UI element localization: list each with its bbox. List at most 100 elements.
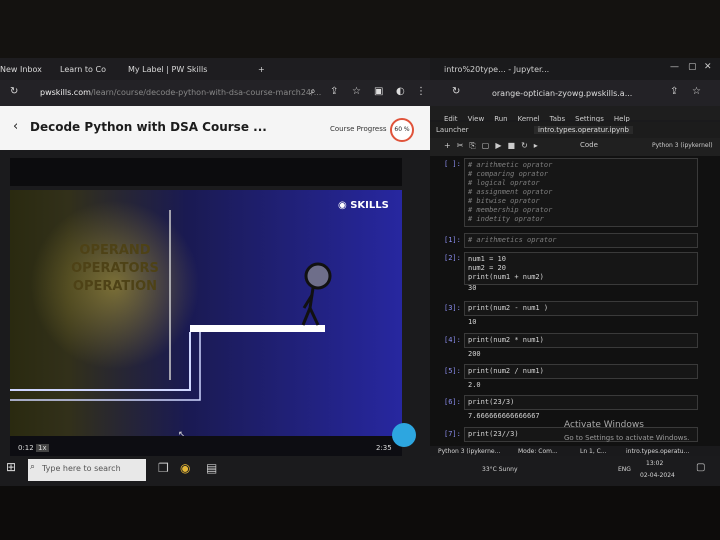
speed-badge[interactable]: 1x <box>36 444 49 452</box>
tab-new-inbox[interactable]: New Inbox <box>0 61 60 78</box>
app-icon[interactable]: ▤ <box>206 461 217 475</box>
screen-bezel-bottom <box>0 486 720 540</box>
status-item: intro.types.operatu... <box>626 448 690 455</box>
kernel-name[interactable]: Python 3 (ipykernel) <box>652 142 713 149</box>
tab-label: My Label | PW Skills <box>128 65 208 74</box>
tab-label: New Inbox <box>0 65 42 74</box>
video-time-current: 0:12 <box>18 444 34 452</box>
code-cell[interactable]: print(num2 - num1 ) <box>464 301 698 316</box>
tab-pw-skills[interactable]: My Label | PW Skills <box>128 61 248 78</box>
menu-icon[interactable]: ⋮ <box>416 86 426 97</box>
code-cell[interactable]: # arithmetic oprator # comparing oprator… <box>464 158 698 227</box>
windows-start-icon[interactable]: ⊞ <box>6 460 16 474</box>
code-line: print(23/3) <box>468 398 515 406</box>
course-progress-label: Course Progress <box>330 125 387 133</box>
code-line: # indetity oprator <box>468 215 544 223</box>
pw-skills-logo: ◉ SKILLS <box>338 200 389 211</box>
task-view-icon[interactable]: ❐ <box>158 461 169 475</box>
code-line: # logical oprator <box>468 179 540 187</box>
right-browser-window: intro%20type... - Jupyter... — ▢ ✕ ↻ ora… <box>430 58 720 456</box>
search-placeholder: Type here to search <box>42 464 121 473</box>
tab-launcher[interactable]: Launcher <box>436 126 469 134</box>
maximize-icon[interactable]: ▢ <box>688 62 697 72</box>
code-line: print(num2 / num1) <box>468 367 544 375</box>
code-line: print(num2 - num1 ) <box>468 304 549 312</box>
cell-output: 30 <box>468 284 477 292</box>
right-url-text: orange-optician-zyowg.pwskills.a... <box>492 89 633 98</box>
code-line: num2 = 20 <box>468 264 506 272</box>
screen-bezel-top <box>0 0 720 58</box>
code-line: # membership oprator <box>468 206 553 214</box>
video-controls <box>10 436 402 456</box>
video-time-total: 2:35 <box>376 444 392 452</box>
language-indicator[interactable]: ENG <box>618 466 631 473</box>
close-icon[interactable]: ✕ <box>704 62 712 72</box>
minimize-icon[interactable]: — <box>670 62 679 72</box>
cell-prompt: [2]: <box>444 254 461 262</box>
cell-output: 7.666666666666667 <box>468 412 540 420</box>
extension-icon[interactable]: ▣ <box>374 86 383 97</box>
jupyter-menu-bar: Edit View Run Kernel Tabs Settings Help <box>430 106 720 123</box>
cell-prompt: [5]: <box>444 367 461 375</box>
tab-label: intro%20type... - Jupyter... <box>444 65 550 74</box>
url-text: pwskills.com/learn/course/decode-python-… <box>40 88 322 97</box>
tab-learn[interactable]: Learn to Co <box>60 61 120 78</box>
cell-prompt: [4]: <box>444 336 461 344</box>
share-icon[interactable]: ⇪ <box>330 86 338 97</box>
status-item: Ln 1, C... <box>580 448 607 455</box>
code-line: # arithmetics oprator <box>468 236 557 244</box>
back-chevron-icon[interactable]: ‹ <box>13 119 18 134</box>
left-tab-bar: New Inbox Learn to Co My Label | PW Skil… <box>0 58 430 80</box>
address-bar[interactable]: ↻ pwskills.com/learn/course/decode-pytho… <box>0 80 430 106</box>
code-cell[interactable]: print(23/3) <box>464 395 698 410</box>
clock-date[interactable]: 02-04-2024 <box>640 472 675 479</box>
tab-notebook[interactable]: intro.types.operatur.ipynb <box>534 126 633 134</box>
code-line: # assignment oprator <box>468 188 553 196</box>
clock-time[interactable]: 13:02 <box>646 460 663 467</box>
notification-icon[interactable]: ▢ <box>696 462 705 473</box>
toolbar-icons[interactable]: +✂⎘▢▶■↻▸ <box>444 141 544 151</box>
right-address-bar[interactable]: ↻ orange-optician-zyowg.pwskills.a... ⇪ … <box>430 80 720 106</box>
cell-prompt: [3]: <box>444 304 461 312</box>
jupyter-tabs: Launcher intro.types.operatur.ipynb <box>430 122 720 138</box>
code-cell[interactable]: print(num2 * num1) <box>464 333 698 348</box>
cell-prompt: [1]: <box>444 236 461 244</box>
code-cell[interactable]: print(num2 / num1) <box>464 364 698 379</box>
activate-windows-title: Activate Windows <box>564 420 644 430</box>
search-icon[interactable]: ⌕ <box>310 86 316 97</box>
cell-output: 10 <box>468 318 477 326</box>
notebook-toolbar: +✂⎘▢▶■↻▸ Code Python 3 (ipykernel) <box>430 138 720 156</box>
chrome-icon[interactable]: ◉ <box>180 461 190 475</box>
reload-icon[interactable]: ↻ <box>10 86 18 97</box>
reload-icon[interactable]: ↻ <box>452 86 460 97</box>
status-item: Mode: Com... <box>518 448 558 455</box>
cell-output: 200 <box>468 350 481 358</box>
code-line: print(num1 + num2) <box>468 273 544 281</box>
cell-prompt: [7]: <box>444 430 461 438</box>
share-icon[interactable]: ⇪ <box>670 86 678 97</box>
code-line: # comparing oprator <box>468 170 549 178</box>
code-line: # bitwise oprator <box>468 197 540 205</box>
code-cell[interactable]: # arithmetics oprator <box>464 233 698 248</box>
code-cell[interactable]: num1 = 10 num2 = 20 print(num1 + num2) <box>464 252 698 285</box>
video-player[interactable]: OPERAND OPERATORS OPERATION ◉ SKILLS ↖ <box>10 190 402 436</box>
profile-icon[interactable]: ◐ <box>396 86 405 97</box>
cell-prompt: [ ]: <box>444 160 461 168</box>
cell-type-select[interactable]: Code <box>580 141 598 149</box>
tab-label: Learn to Co <box>60 65 106 74</box>
bookmark-icon[interactable]: ☆ <box>692 86 701 97</box>
code-line: num1 = 10 <box>468 255 506 263</box>
course-progress-ring: 60 % <box>390 118 414 142</box>
cell-output: 2.0 <box>468 381 481 389</box>
chat-bubble-icon[interactable] <box>392 423 416 447</box>
code-line: print(num2 * num1) <box>468 336 544 344</box>
course-title: Decode Python with DSA Course ... <box>30 120 267 134</box>
video-top-bar <box>10 158 402 186</box>
new-tab-button[interactable]: + <box>258 61 270 78</box>
code-line: # arithmetic oprator <box>468 161 553 169</box>
bookmark-icon[interactable]: ☆ <box>352 86 361 97</box>
weather-widget[interactable]: 33°C Sunny <box>482 466 518 473</box>
left-browser-window: New Inbox Learn to Co My Label | PW Skil… <box>0 58 430 456</box>
stick-figure-scene <box>10 210 332 401</box>
tab-jupyter[interactable]: intro%20type... - Jupyter... <box>444 62 594 78</box>
